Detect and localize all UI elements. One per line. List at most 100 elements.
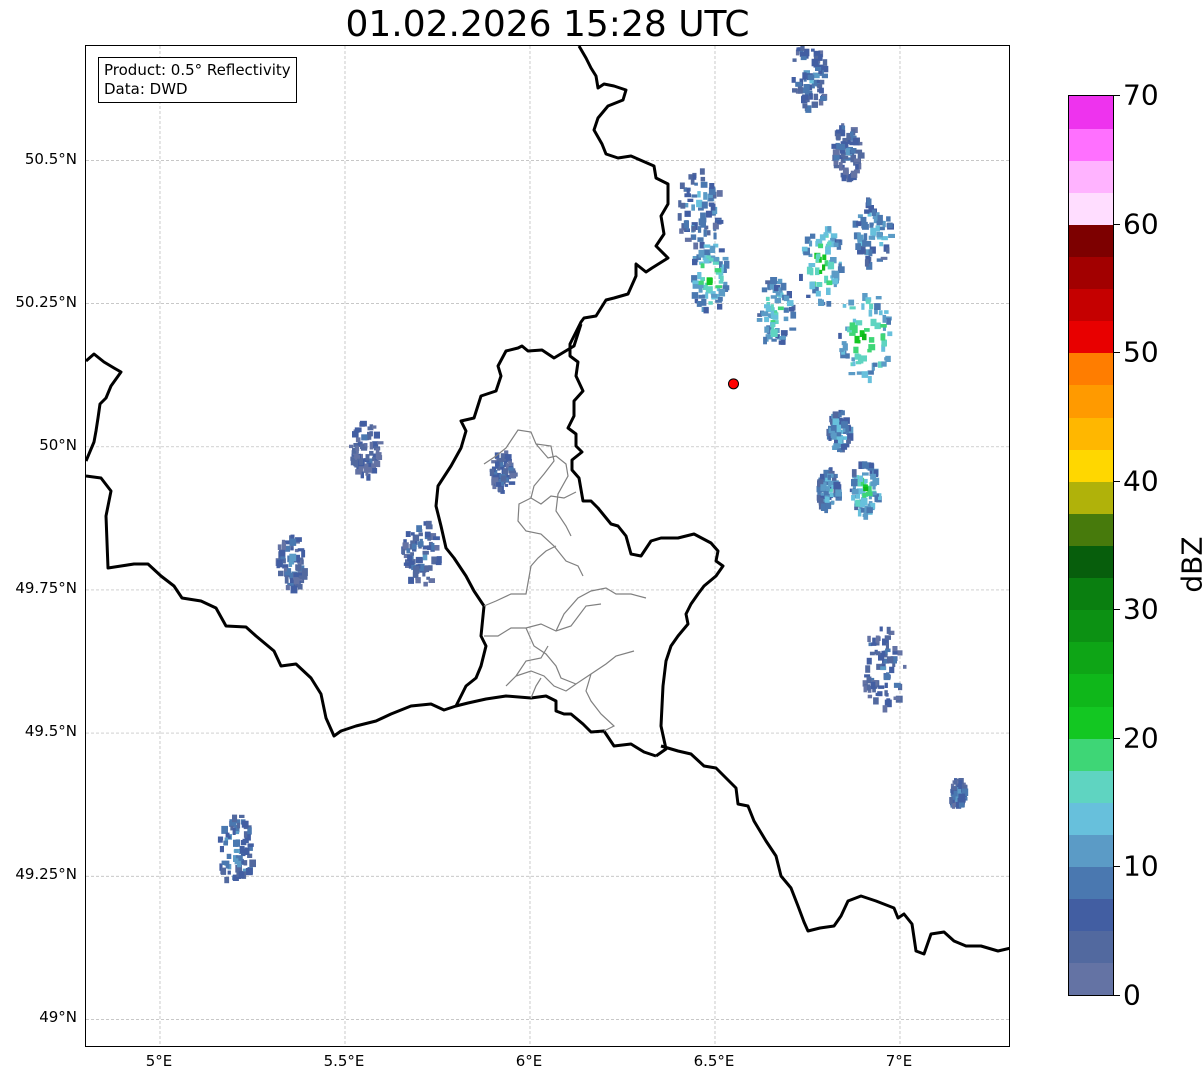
precip-pixel bbox=[874, 303, 881, 310]
map-canvas[interactable] bbox=[86, 46, 1010, 1047]
precip-pixel bbox=[717, 303, 723, 310]
precip-pixel bbox=[863, 478, 868, 484]
precip-pixel bbox=[860, 501, 865, 508]
precip-pixel bbox=[703, 244, 711, 248]
precip-pixel bbox=[713, 232, 717, 240]
precip-pixel bbox=[865, 299, 871, 305]
precip-pixel bbox=[691, 226, 696, 232]
precip-pixel bbox=[780, 282, 787, 291]
precip-pixel bbox=[827, 474, 832, 480]
radar-map[interactable] bbox=[85, 45, 1010, 1047]
precip-pixel bbox=[289, 553, 297, 562]
colorbar-segment bbox=[1069, 802, 1113, 835]
precip-pixel bbox=[372, 456, 376, 461]
precip-pixel bbox=[857, 250, 863, 254]
precip-pixel bbox=[413, 566, 420, 574]
precip-pixel bbox=[722, 256, 729, 261]
precip-pixel bbox=[851, 469, 857, 477]
precip-pixel bbox=[869, 222, 874, 226]
precip-pixel bbox=[886, 626, 891, 634]
precip-pixel bbox=[886, 318, 891, 325]
precip-pixel bbox=[411, 543, 417, 550]
precip-pixel bbox=[892, 646, 898, 652]
graticule bbox=[86, 46, 1009, 1046]
precip-pixel bbox=[692, 258, 698, 266]
precip-pixel bbox=[792, 88, 798, 93]
product-label: Product: 0.5° Reflectivity bbox=[104, 61, 291, 79]
precip-pixel bbox=[865, 491, 873, 497]
precip-pixel bbox=[816, 253, 820, 258]
precip-pixel bbox=[217, 836, 223, 843]
precip-pixel bbox=[435, 561, 442, 566]
precip-pixel bbox=[856, 371, 863, 375]
precip-pixel bbox=[711, 293, 718, 298]
country-borders bbox=[86, 46, 1009, 956]
precip-pixel bbox=[806, 266, 813, 275]
precip-pixel bbox=[803, 48, 810, 57]
map-title: 01.02.2026 15:28 UTC bbox=[345, 4, 750, 45]
precip-pixel bbox=[276, 559, 283, 568]
colorbar-segment bbox=[1069, 577, 1113, 611]
precip-pixel bbox=[375, 452, 382, 460]
precip-pixel bbox=[840, 443, 848, 450]
precip-pixel bbox=[867, 376, 872, 384]
precip-pixel bbox=[826, 301, 832, 307]
precip-pixel bbox=[508, 467, 514, 471]
precip-pixel bbox=[807, 74, 815, 80]
precip-pixel bbox=[866, 507, 873, 514]
precip-pixel bbox=[500, 462, 504, 467]
precip-pixel bbox=[864, 259, 869, 267]
precip-pixel bbox=[226, 853, 232, 859]
precip-pixel bbox=[497, 486, 502, 492]
precip-pixel bbox=[903, 664, 907, 669]
precip-pixel bbox=[842, 304, 847, 308]
precip-pixel bbox=[860, 507, 865, 513]
precip-pixel bbox=[875, 651, 881, 656]
precip-pixel bbox=[295, 564, 302, 571]
precip-pixel bbox=[799, 273, 803, 281]
precip-pixel bbox=[700, 220, 706, 228]
precip-pixel bbox=[369, 450, 374, 456]
precip-pixel bbox=[841, 174, 847, 182]
precip-pixel bbox=[882, 314, 887, 323]
precip-pixel bbox=[723, 281, 728, 286]
precip-pixel bbox=[813, 93, 819, 101]
precip-pixel bbox=[802, 72, 807, 80]
precip-pixel bbox=[842, 167, 849, 176]
precip-pixel bbox=[281, 539, 285, 546]
precip-pixel bbox=[868, 337, 875, 343]
precip-pixel bbox=[225, 832, 230, 838]
precip-pixel bbox=[775, 291, 781, 296]
precip-pixel bbox=[701, 201, 708, 209]
precip-pixel bbox=[716, 190, 723, 197]
colorbar-segment bbox=[1069, 962, 1113, 996]
precip-pixel bbox=[845, 425, 849, 433]
precip-pixel bbox=[875, 296, 882, 300]
precip-pixel bbox=[817, 497, 824, 503]
precip-pixel bbox=[707, 278, 713, 284]
precip-pixel bbox=[680, 202, 686, 209]
precip-pixel bbox=[832, 477, 837, 481]
precip-pixel bbox=[290, 585, 298, 594]
precip-pixel bbox=[818, 299, 824, 306]
precip-pixel bbox=[832, 149, 840, 156]
precip-pixel bbox=[764, 326, 769, 333]
precip-pixel bbox=[868, 344, 876, 351]
precip-pixel bbox=[359, 420, 367, 427]
colorbar-segment bbox=[1069, 866, 1113, 900]
colorbar-segment bbox=[1069, 738, 1113, 771]
precip-pixel bbox=[703, 307, 709, 314]
colorbar-segment bbox=[1069, 352, 1113, 386]
precip-pixel bbox=[799, 51, 805, 57]
precip-pixel bbox=[847, 438, 851, 444]
precip-pixel bbox=[783, 316, 789, 322]
lat-tick-label: 50.5°N bbox=[24, 149, 77, 168]
precip-pixel bbox=[854, 506, 859, 511]
precip-pixel bbox=[816, 282, 823, 287]
precip-pixel bbox=[425, 520, 432, 528]
colorbar-segment bbox=[1069, 288, 1113, 322]
precip-pixel bbox=[714, 268, 722, 273]
precip-pixel bbox=[801, 246, 808, 252]
precip-pixel bbox=[875, 225, 880, 232]
precip-pixel bbox=[771, 338, 777, 342]
